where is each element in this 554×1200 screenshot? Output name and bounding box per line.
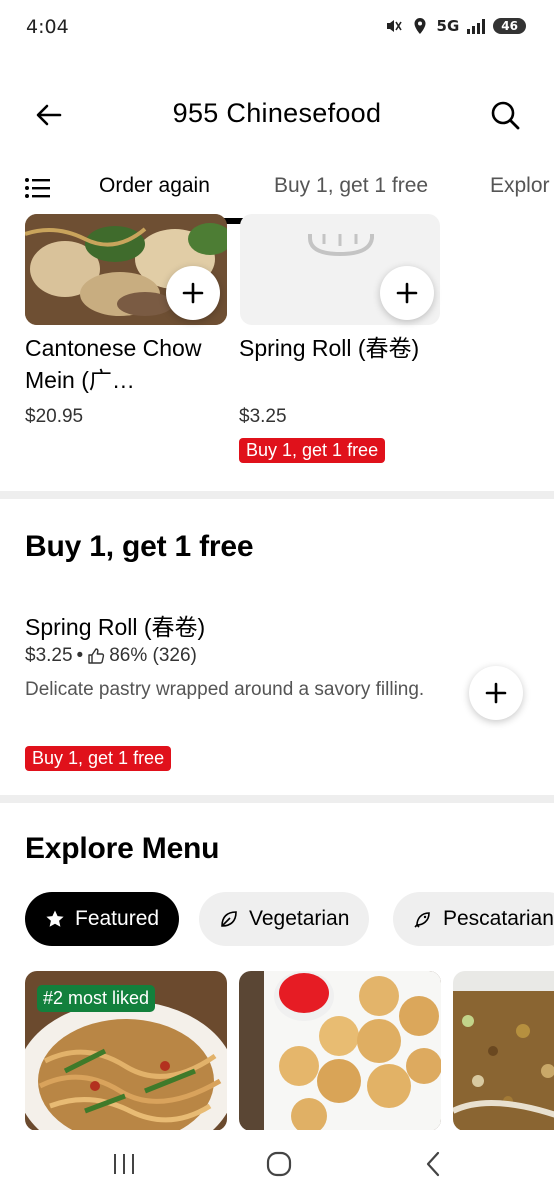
order-again-card-spring-roll[interactable]: Spring Roll (春卷) $3.25 Buy 1, get 1 free — [230, 214, 460, 476]
chow-mein-name: Cantonese Chow Mein (广… — [25, 335, 202, 393]
bogo-section-title: Buy 1, get 1 free — [25, 530, 254, 563]
battery-icon: 46 — [493, 18, 526, 34]
explore-menu-title: Explore Menu — [25, 832, 220, 865]
promo-badge: Buy 1, get 1 free — [25, 746, 172, 771]
menu-list-button[interactable] — [24, 176, 52, 202]
leaf-icon — [221, 911, 237, 927]
meta-separator: • — [76, 645, 84, 666]
menu-tile-sesame-balls[interactable] — [239, 971, 441, 1131]
star-icon — [46, 910, 64, 927]
list-icon — [25, 178, 50, 198]
status-icons: 5G 46 — [385, 16, 526, 36]
bogo-item-rating: 86% (326) — [109, 645, 197, 666]
most-liked-badge: #2 most liked — [37, 985, 156, 1012]
store-title: 955 Chinesefood — [172, 98, 382, 128]
chevron-left-icon — [426, 1151, 440, 1177]
menu-tile-noodles[interactable]: #2 most liked — [25, 971, 227, 1131]
store-header: 955 Chinesefood — [0, 84, 554, 144]
chip-featured[interactable]: Featured — [25, 892, 180, 946]
promo-badge: Buy 1, get 1 free — [239, 438, 386, 463]
plus-icon — [396, 282, 418, 304]
system-nav-bar — [0, 1130, 554, 1200]
sesame-balls-image — [239, 971, 441, 1131]
chip-label: Vegetarian — [249, 907, 350, 930]
tab-order-again[interactable]: Order again — [99, 174, 210, 198]
status-time: 4:04 — [26, 16, 69, 38]
add-bogo-item-button[interactable] — [469, 666, 523, 720]
menu-tile-fried-rice[interactable] — [453, 971, 554, 1131]
bogo-item[interactable]: Spring Roll (春卷) $3.25 • 86% (326) Delic… — [0, 600, 554, 780]
fried-rice-image — [453, 971, 554, 1131]
add-chow-mein-button[interactable] — [166, 266, 220, 320]
bogo-item-description: Delicate pastry wrapped around a savory … — [25, 679, 425, 700]
thumbs-up-icon — [88, 648, 105, 664]
network-type: 5G — [436, 17, 460, 35]
spring-roll-price: $3.25 — [239, 406, 287, 427]
mute-icon — [385, 16, 403, 36]
status-bar: 4:04 5G 46 — [0, 0, 554, 56]
plus-icon — [485, 682, 507, 704]
location-icon — [411, 16, 429, 36]
bogo-item-price: $3.25 — [25, 645, 73, 666]
chip-label: Pescatarian — [443, 907, 554, 930]
bogo-item-meta: $3.25 • 86% (326) — [25, 645, 197, 667]
search-button[interactable] — [488, 98, 522, 132]
spring-roll-name: Spring Roll (春卷) — [239, 335, 420, 361]
bogo-item-name: Spring Roll (春卷) — [25, 614, 206, 640]
recent-apps-button[interactable] — [104, 1148, 144, 1180]
search-icon — [491, 101, 520, 130]
signal-icon — [467, 18, 486, 34]
add-spring-roll-button[interactable] — [380, 266, 434, 320]
order-again-card-chow-mein[interactable]: Cantonese Chow Mein (广… $20.95 — [0, 214, 240, 436]
home-icon — [266, 1151, 292, 1177]
tab-explore[interactable]: Explor — [490, 174, 550, 198]
back-nav-button[interactable] — [414, 1148, 454, 1180]
chip-pescatarian[interactable]: Pescatarian — [393, 892, 554, 946]
chip-label: Featured — [75, 907, 160, 930]
section-divider — [0, 491, 554, 499]
plus-icon — [182, 282, 204, 304]
fish-icon — [414, 912, 430, 928]
chip-vegetarian[interactable]: Vegetarian — [199, 892, 370, 946]
home-button[interactable] — [259, 1148, 299, 1180]
section-divider — [0, 795, 554, 803]
tab-buy-1-get-1-free[interactable]: Buy 1, get 1 free — [274, 174, 428, 198]
chow-mein-price: $20.95 — [25, 406, 84, 427]
recent-apps-icon — [114, 1154, 134, 1174]
